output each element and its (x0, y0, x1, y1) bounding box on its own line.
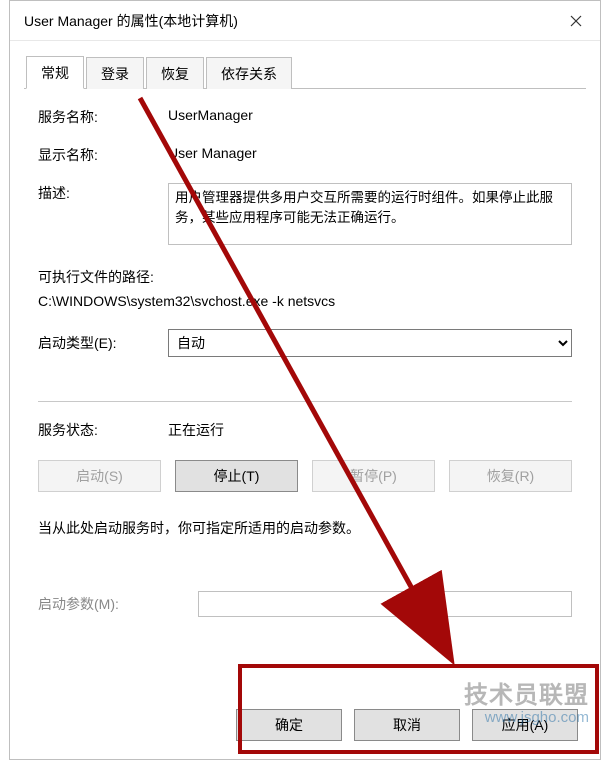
exec-path-value: C:\WINDOWS\system32\svchost.exe -k netsv… (38, 293, 572, 309)
display-name-value: User Manager (168, 145, 572, 161)
stop-button[interactable]: 停止(T) (175, 460, 298, 492)
watermark: 技术员联盟 www.jsgho.com (464, 683, 589, 726)
tab-recovery[interactable]: 恢复 (146, 57, 204, 89)
tab-dependencies[interactable]: 依存关系 (206, 57, 292, 89)
start-params-input (198, 591, 572, 617)
titlebar: User Manager 的属性(本地计算机) (10, 1, 600, 41)
service-name-label: 服务名称: (38, 107, 168, 127)
divider (38, 401, 572, 402)
startup-type-label: 启动类型(E): (38, 333, 168, 353)
window-title: User Manager 的属性(本地计算机) (24, 11, 238, 31)
description-textbox[interactable]: 用户管理器提供多用户交互所需要的运行时组件。如果停止此服务，某些应用程序可能无法… (168, 183, 572, 245)
start-params-hint: 当从此处启动服务时，你可指定所适用的启动参数。 (38, 518, 572, 539)
tabs: 常规 登录 恢复 依存关系 (24, 55, 586, 89)
watermark-text: 技术员联盟 (464, 682, 589, 709)
start-params-label: 启动参数(M): (38, 594, 198, 614)
watermark-url: www.jsgho.com (464, 710, 589, 727)
display-name-label: 显示名称: (38, 145, 168, 165)
resume-button: 恢复(R) (449, 460, 572, 492)
status-value: 正在运行 (168, 420, 224, 440)
start-button: 启动(S) (38, 460, 161, 492)
tab-logon[interactable]: 登录 (86, 57, 144, 89)
description-label: 描述: (38, 183, 168, 203)
startup-type-select[interactable]: 自动 (168, 329, 572, 357)
exec-path-label: 可执行文件的路径: (38, 267, 572, 287)
tab-content: 服务名称: UserManager 显示名称: User Manager 描述:… (10, 89, 600, 629)
cancel-button[interactable]: 取消 (354, 709, 460, 741)
tab-general[interactable]: 常规 (26, 56, 84, 89)
close-button[interactable] (552, 1, 600, 41)
service-properties-window: User Manager 的属性(本地计算机) 常规 登录 恢复 依存关系 服务… (9, 0, 601, 760)
ok-button[interactable]: 确定 (236, 709, 342, 741)
service-name-value: UserManager (168, 107, 572, 123)
close-icon (570, 15, 582, 27)
pause-button: 暂停(P) (312, 460, 435, 492)
status-label: 服务状态: (38, 420, 168, 440)
